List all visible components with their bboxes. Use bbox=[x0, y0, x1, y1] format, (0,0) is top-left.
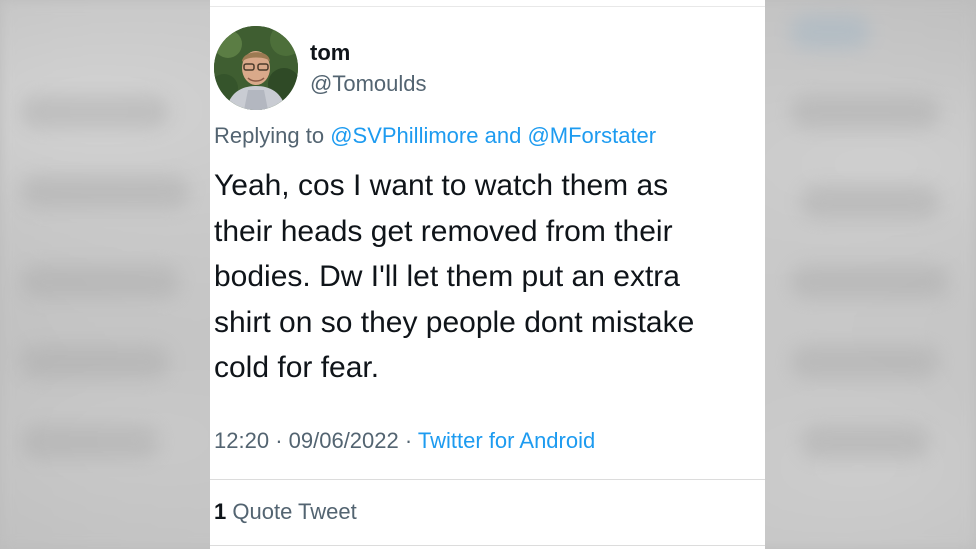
quote-label: Quote Tweet bbox=[232, 499, 357, 524]
tweet-metadata: 12:20 · 09/06/2022 · Twitter for Android bbox=[214, 428, 595, 454]
blurred-shape bbox=[20, 425, 160, 459]
top-divider bbox=[210, 6, 765, 7]
tweet-text: Yeah, cos I want to watch them as their … bbox=[214, 163, 765, 391]
mention-conjunction[interactable]: and bbox=[485, 123, 522, 148]
blurred-shape bbox=[790, 15, 870, 49]
stats-divider bbox=[210, 479, 765, 480]
replying-to-line: Replying to @SVPhillimore and @MForstate… bbox=[214, 123, 656, 149]
tweet-text-line: their heads get removed from their bbox=[214, 214, 673, 248]
tweet-date[interactable]: 09/06/2022 bbox=[289, 428, 399, 453]
blurred-shape bbox=[20, 265, 180, 299]
blurred-shape bbox=[20, 175, 190, 209]
blurred-shape bbox=[790, 345, 940, 379]
mention-link[interactable]: @SVPhillimore bbox=[330, 123, 478, 148]
tweet-card: tom @Tomoulds Replying to @SVPhillimore … bbox=[210, 0, 765, 549]
quote-count: 1 bbox=[214, 499, 227, 524]
tweet-text-line: bodies. Dw I'll let them put an extra bbox=[214, 260, 680, 293]
avatar[interactable] bbox=[214, 26, 298, 110]
tweet-text-line: cold for fear. bbox=[214, 351, 380, 384]
quote-tweets-stat[interactable]: 1 Quote Tweet bbox=[214, 499, 357, 525]
bottom-divider bbox=[210, 545, 765, 546]
tweet-time[interactable]: 12:20 bbox=[214, 428, 269, 453]
blurred-shape bbox=[790, 95, 940, 129]
blurred-shape bbox=[800, 425, 930, 459]
tweet-source-link[interactable]: Twitter for Android bbox=[418, 428, 595, 453]
tweet-text-line: shirt on so they people dont mistake bbox=[214, 305, 695, 339]
mention-link[interactable]: @MForstater bbox=[527, 123, 656, 148]
user-handle[interactable]: @Tomoulds bbox=[310, 71, 427, 97]
screenshot-frame: tom @Tomoulds Replying to @SVPhillimore … bbox=[0, 0, 976, 549]
blurred-shape bbox=[800, 185, 940, 219]
tweet-text-line: Yeah, cos I want to watch them as bbox=[214, 169, 669, 202]
avatar-photo bbox=[214, 26, 298, 110]
separator: · bbox=[404, 428, 413, 453]
separator: · bbox=[275, 428, 283, 453]
display-name[interactable]: tom bbox=[310, 40, 350, 66]
blurred-shape bbox=[20, 95, 170, 129]
blurred-shape bbox=[790, 265, 950, 299]
replying-to-label: Replying to bbox=[214, 123, 325, 148]
blurred-shape bbox=[20, 345, 170, 379]
